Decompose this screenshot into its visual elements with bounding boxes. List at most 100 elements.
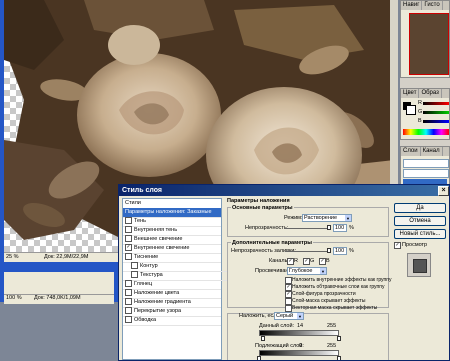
outer-glow-checkbox[interactable]	[125, 235, 132, 243]
opacity-unit: %	[349, 225, 354, 231]
navigator-palette: Навиг Гисто	[400, 0, 450, 78]
channel-g-checkbox[interactable]: ✓	[303, 258, 310, 265]
layers-tabs: Слои Канал	[401, 147, 449, 156]
chevron-down-icon: ▼	[297, 313, 303, 319]
navigator-tabs: Навиг Гисто	[401, 1, 449, 10]
channel-g-label: G	[310, 258, 315, 264]
style-preview-square	[413, 259, 427, 273]
texture-checkbox[interactable]	[131, 271, 138, 279]
layer-style-dialog: Стиль слоя × Стили Параметры наложения: …	[118, 184, 450, 361]
transparency-shapes-layer-checkbox[interactable]: ✓	[285, 291, 292, 298]
advanced-blending-title: Дополнительные параметры	[231, 240, 313, 246]
blend-mode-select[interactable]: Растворение ▼	[302, 214, 352, 222]
dialog-title: Стиль слоя	[122, 187, 162, 194]
fill-opacity-slider-thumb[interactable]	[327, 248, 331, 253]
tab-layers[interactable]: Слои	[401, 147, 421, 156]
blue-channel-label: B	[418, 118, 422, 124]
blend-if-select[interactable]: Серый ▼	[274, 312, 304, 320]
fill-opacity-unit: %	[349, 248, 354, 254]
inner-glow-checkbox[interactable]: ✓	[125, 244, 132, 252]
color-ramp[interactable]	[403, 129, 449, 135]
style-preview-swatch	[407, 253, 431, 277]
tab-color[interactable]: Цвет	[401, 89, 420, 98]
blue-slider[interactable]	[423, 120, 449, 123]
color-tabs: Цвет Образ	[401, 89, 449, 98]
opacity-slider-thumb[interactable]	[327, 225, 331, 230]
layer-blend-mode-select[interactable]	[403, 159, 449, 168]
layer-opacity-field[interactable]	[403, 169, 449, 178]
stroke-checkbox[interactable]	[125, 316, 132, 324]
satin-checkbox[interactable]	[125, 280, 132, 288]
navigator-thumbnail[interactable]	[409, 13, 449, 75]
dialog-title-bar[interactable]: Стиль слоя ×	[119, 185, 449, 196]
green-slider[interactable]	[423, 111, 449, 114]
underlying-layer-white-thumb[interactable]	[337, 356, 341, 360]
second-document-canvas[interactable]	[4, 272, 114, 294]
red-slider[interactable]	[423, 102, 449, 105]
layer-mask-hides-effects-checkbox[interactable]	[285, 298, 292, 305]
ok-button[interactable]: Да	[394, 203, 446, 213]
opacity-field[interactable]: 100	[333, 224, 347, 232]
general-blending-group	[227, 207, 389, 237]
preview-checkbox[interactable]: ✓	[394, 242, 401, 249]
underlying-layer-max-value: 255	[327, 343, 337, 349]
document-size-info: Док: 22,9M/22,9M	[44, 254, 89, 260]
tab-histogram[interactable]: Гисто	[422, 1, 443, 10]
gradient-overlay-checkbox[interactable]	[125, 298, 132, 306]
underlying-layer-gradient-bar[interactable]	[259, 350, 339, 356]
blend-interior-effects-checkbox[interactable]	[285, 277, 292, 284]
styles-list: Стили Параметры наложения: Заказные Тень…	[122, 198, 227, 360]
blend-clipped-layers-label: Наложить обтравочные слои как группу	[292, 284, 385, 290]
general-blending-title: Основные параметры	[231, 205, 294, 211]
this-layer-gradient-bar[interactable]	[259, 330, 339, 336]
tab-swatches[interactable]: Образ	[419, 89, 442, 98]
color-palette: Цвет Образ R G B	[400, 88, 450, 140]
green-channel-label: G	[418, 109, 423, 115]
this-layer-white-thumb[interactable]	[337, 336, 341, 341]
tab-navigator[interactable]: Навиг	[401, 1, 423, 10]
dialog-close-button[interactable]: ×	[438, 186, 449, 196]
channel-r-label: R	[294, 258, 298, 264]
fill-opacity-slider[interactable]	[285, 251, 329, 252]
color-overlay-checkbox[interactable]	[125, 289, 132, 297]
opacity-label: Непрозрачность:	[245, 225, 289, 231]
underlying-layer-black-thumb[interactable]	[257, 356, 261, 360]
bevel-emboss-checkbox[interactable]	[125, 253, 132, 261]
transparency-shapes-layer-label: Слой-фигура прозрачности	[292, 291, 356, 297]
knockout-select[interactable]: Глубокое ▼	[287, 267, 327, 275]
cancel-button[interactable]: Отмена	[394, 216, 446, 226]
this-layer-min-value: 14	[297, 323, 304, 329]
contour-checkbox[interactable]	[131, 262, 138, 270]
vector-mask-hides-effects-checkbox[interactable]	[285, 305, 292, 312]
second-zoom-level[interactable]: 100 %	[6, 295, 22, 301]
channel-b-checkbox[interactable]: ✓	[319, 258, 326, 265]
second-document-size-info: Док: 748,0K/1,09M	[34, 295, 81, 301]
opacity-slider[interactable]	[285, 228, 329, 229]
underlying-layer-label: Подлежащий слой:	[255, 343, 304, 349]
channel-b-label: B	[326, 258, 330, 264]
pattern-overlay-checkbox[interactable]	[125, 307, 132, 315]
background-color-swatch[interactable]	[406, 105, 416, 115]
channel-r-checkbox[interactable]: ✓	[287, 258, 294, 265]
layer-mask-hides-effects-label: Слой-маска скрывает эффекты	[292, 298, 366, 304]
inner-shadow-checkbox[interactable]	[125, 226, 132, 234]
second-document-status-bar: 100 % Док: 748,0K/1,09M	[4, 294, 114, 304]
new-style-button[interactable]: Новый стиль...	[394, 229, 446, 239]
blend-mode-label: Режим:	[284, 215, 303, 221]
vector-mask-hides-effects-label: Векторная маска скрывает эффекты	[292, 305, 378, 311]
this-layer-label: Данный слой:	[259, 323, 295, 329]
chevron-down-icon: ▼	[320, 268, 326, 274]
red-channel-label: R	[418, 100, 422, 106]
this-layer-max-value: 255	[327, 323, 337, 329]
underlying-layer-min-value: 0	[299, 343, 303, 349]
drop-shadow-checkbox[interactable]	[125, 217, 132, 225]
preview-label: Просмотр	[402, 242, 428, 248]
palettes-column: Навиг Гисто Цвет Образ R G B Слои Канал	[400, 0, 450, 190]
this-layer-black-thumb[interactable]	[261, 336, 266, 341]
style-item-stroke[interactable]: Обводка	[123, 316, 221, 326]
fill-opacity-field[interactable]: 100	[333, 247, 347, 255]
blending-options-title: Параметры наложения	[227, 198, 290, 204]
zoom-level[interactable]: 25 %	[6, 254, 19, 260]
tab-channels[interactable]: Канал	[421, 147, 443, 156]
blend-clipped-layers-checkbox[interactable]: ✓	[285, 284, 292, 291]
